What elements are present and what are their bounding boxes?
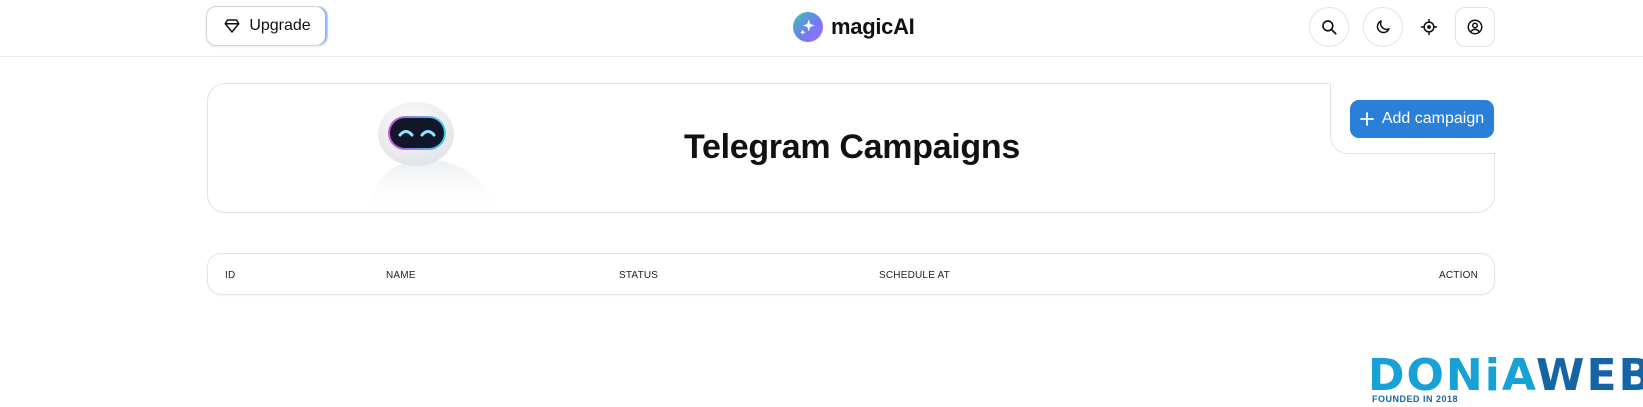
column-header-name[interactable]: NAME	[386, 270, 416, 281]
upgrade-label: Upgrade	[249, 17, 311, 34]
search-button[interactable]	[1309, 7, 1349, 47]
moon-icon	[1376, 20, 1390, 34]
campaigns-table: ID NAME STATUS SCHEDULE AT ACTION	[207, 253, 1495, 295]
top-bar: Upgrade magicAI	[0, 0, 1643, 57]
column-header-action: ACTION	[1439, 270, 1478, 281]
plus-icon	[1359, 112, 1374, 126]
brand[interactable]: magicAI	[793, 12, 915, 42]
add-campaign-button[interactable]: Add campaign	[1350, 100, 1494, 138]
column-header-id[interactable]: ID	[225, 270, 235, 281]
brand-name: magicAI	[831, 14, 915, 39]
search-icon	[1322, 20, 1337, 35]
focus-button[interactable]	[1409, 7, 1449, 47]
column-header-schedule-at[interactable]: SCHEDULE AT	[879, 270, 950, 281]
upgrade-button[interactable]: Upgrade	[206, 6, 328, 46]
hero-card: Telegram Campaigns	[207, 83, 1495, 213]
dark-mode-toggle[interactable]	[1363, 7, 1403, 47]
diamond-icon	[224, 19, 240, 33]
sparkle-icon	[799, 19, 815, 36]
column-header-status[interactable]: STATUS	[619, 270, 658, 281]
watermark-tagline: FOUNDED IN 2018	[1372, 394, 1459, 404]
watermark-logo: DONiAWEB FOUNDED IN 2018	[1368, 354, 1643, 405]
brand-logo	[793, 12, 823, 42]
crosshair-icon	[1420, 18, 1438, 36]
account-button[interactable]	[1455, 7, 1495, 47]
page-title: Telegram Campaigns	[684, 128, 1020, 166]
watermark-word-dark: WEB	[1535, 350, 1643, 401]
add-campaign-label: Add campaign	[1381, 110, 1485, 127]
user-circle-icon	[1467, 19, 1483, 35]
watermark-word: DONiAWEB	[1368, 354, 1643, 398]
